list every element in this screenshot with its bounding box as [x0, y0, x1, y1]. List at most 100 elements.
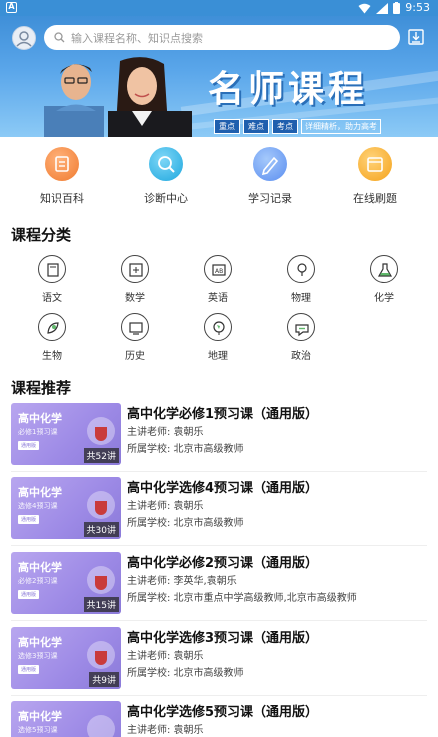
category-math[interactable]: 数学	[105, 255, 165, 304]
biology-icon	[38, 313, 66, 341]
book-icon	[38, 255, 66, 283]
banner-tag: 难点	[243, 119, 269, 134]
category-label: 历史	[125, 351, 145, 362]
physics-icon	[287, 255, 315, 283]
banner-title: 名师课程	[208, 69, 369, 110]
lesson-count: 共9讲	[89, 672, 119, 687]
course-school: 所属学校: 北京市高级教师	[127, 668, 244, 679]
category-label: 物理	[291, 293, 311, 304]
flask-icon	[370, 255, 398, 283]
category-label: 英语	[208, 293, 228, 304]
quick-item-record[interactable]: 学习记录	[220, 147, 320, 206]
course-title: 高中化学必修2预习课（通用版）	[127, 556, 319, 571]
category-label: 生物	[42, 351, 62, 362]
thumb-subtitle: 选修4预习课	[18, 502, 58, 510]
quick-item-practice[interactable]: 在线刷题	[325, 147, 425, 206]
category-chemistry[interactable]: 化学	[354, 255, 414, 304]
quick-item-label: 在线刷题	[353, 192, 397, 205]
category-label: 地理	[208, 351, 228, 362]
thumb-title: 高中化学	[18, 412, 62, 425]
course-teacher: 主讲老师: 李英华,袁朝乐	[127, 576, 237, 587]
course-card[interactable]: 高中化学 必修1预习课 通用版 共52讲 高中化学必修1预习课（通用版） 主讲老…	[11, 403, 427, 467]
svg-text:AB: AB	[215, 268, 223, 275]
category-geography[interactable]: 地理	[188, 313, 248, 362]
quick-item-knowledge[interactable]: 知识百科	[12, 147, 112, 206]
quick-menu: 知识百科 诊断中心 学习记录 在线刷题	[0, 147, 438, 207]
status-bar: A 9:53	[0, 0, 438, 16]
record-icon	[253, 147, 287, 181]
flask-icon	[95, 651, 107, 665]
thumb-badge: 通用版	[18, 590, 40, 599]
divider	[11, 545, 427, 546]
course-teacher: 主讲老师: 袁朝乐	[127, 651, 204, 662]
divider	[11, 695, 427, 696]
thumb-badge: 通用版	[18, 515, 40, 524]
history-icon	[121, 313, 149, 341]
category-chinese[interactable]: 语文	[22, 255, 82, 304]
course-card[interactable]: 高中化学 选修3预习课 通用版 共9讲 高中化学选修3预习课（通用版） 主讲老师…	[11, 627, 427, 691]
category-label: 政治	[291, 351, 311, 362]
course-school: 所属学校: 北京市高级教师	[127, 444, 244, 455]
course-title: 高中化学选修4预习课（通用版）	[127, 481, 319, 496]
course-school: 所属学校: 北京市重点中学高级教师,北京市高级教师	[127, 593, 357, 604]
category-english[interactable]: AB 英语	[188, 255, 248, 304]
flask-icon	[95, 501, 107, 515]
thumb-subtitle: 选修3预习课	[18, 652, 58, 660]
category-biology[interactable]: 生物	[22, 313, 82, 362]
course-school: 所属学校: 北京市高级教师	[127, 518, 244, 529]
categories-title: 课程分类	[11, 226, 72, 244]
lesson-count: 共52讲	[83, 448, 119, 463]
banner-tag: 重点	[214, 119, 240, 134]
politics-icon	[287, 313, 315, 341]
course-title: 高中化学选修5预习课（通用版）	[127, 705, 319, 720]
course-thumbnail: 高中化学 选修3预习课 通用版 共9讲	[11, 627, 121, 689]
thumb-subtitle: 必修2预习课	[18, 577, 58, 585]
thumb-title: 高中化学	[18, 636, 62, 649]
course-card[interactable]: 高中化学 选修5预习课 高中化学选修5预习课（通用版） 主讲老师: 袁朝乐	[11, 701, 427, 737]
course-thumbnail: 高中化学 选修5预习课	[11, 701, 121, 737]
quick-item-label: 知识百科	[40, 192, 84, 205]
math-icon	[121, 255, 149, 283]
category-physics[interactable]: 物理	[271, 255, 331, 304]
banner-slogan: 详细精析，助力高考	[301, 119, 381, 134]
course-teacher: 主讲老师: 袁朝乐	[127, 427, 204, 438]
course-teacher: 主讲老师: 袁朝乐	[127, 501, 204, 512]
banner-tags: 重点 难点 考点 详细精析，助力高考	[214, 119, 381, 134]
hero-banner[interactable]: 输入课程名称、知识点搜索 名师课程 重点 难点 考点 详细精析，助力高考	[0, 16, 438, 137]
user-avatar-icon[interactable]	[12, 26, 36, 50]
wifi-icon	[358, 3, 371, 13]
course-thumbnail: 高中化学 必修2预习课 通用版 共15讲	[11, 552, 121, 614]
course-teacher: 主讲老师: 袁朝乐	[127, 725, 204, 736]
thumb-badge: 通用版	[18, 441, 40, 450]
course-card[interactable]: 高中化学 必修2预习课 通用版 共15讲 高中化学必修2预习课（通用版） 主讲老…	[11, 552, 427, 616]
quick-item-label: 学习记录	[248, 192, 292, 205]
lesson-count: 共30讲	[83, 522, 119, 537]
practice-icon	[358, 147, 392, 181]
thumb-title: 高中化学	[18, 561, 62, 574]
course-title: 高中化学选修3预习课（通用版）	[127, 631, 319, 646]
category-label: 数学	[125, 293, 145, 304]
diagnosis-icon	[149, 147, 183, 181]
course-thumbnail: 高中化学 必修1预习课 通用版 共52讲	[11, 403, 121, 465]
clock: 9:53	[405, 1, 430, 14]
search-icon	[54, 32, 65, 43]
category-politics[interactable]: 政治	[271, 313, 331, 362]
course-title: 高中化学必修1预习课（通用版）	[127, 407, 319, 422]
quick-item-diagnosis[interactable]: 诊断中心	[116, 147, 216, 206]
quick-item-label: 诊断中心	[144, 192, 188, 205]
thumb-title: 高中化学	[18, 710, 62, 723]
knowledge-icon	[45, 147, 79, 181]
signal-icon	[376, 2, 389, 14]
search-input[interactable]: 输入课程名称、知识点搜索	[44, 25, 400, 50]
divider	[11, 620, 427, 621]
flask-icon	[95, 427, 107, 441]
battery-icon	[393, 2, 401, 14]
globe-icon	[204, 313, 232, 341]
course-card[interactable]: 高中化学 选修4预习课 通用版 共30讲 高中化学选修4预习课（通用版） 主讲老…	[11, 477, 427, 541]
category-label: 化学	[374, 293, 394, 304]
category-history[interactable]: 历史	[105, 313, 165, 362]
thumb-badge: 通用版	[18, 665, 40, 674]
app-notification-icon: A	[6, 2, 17, 13]
download-icon[interactable]	[406, 27, 426, 47]
search-placeholder: 输入课程名称、知识点搜索	[71, 31, 203, 45]
